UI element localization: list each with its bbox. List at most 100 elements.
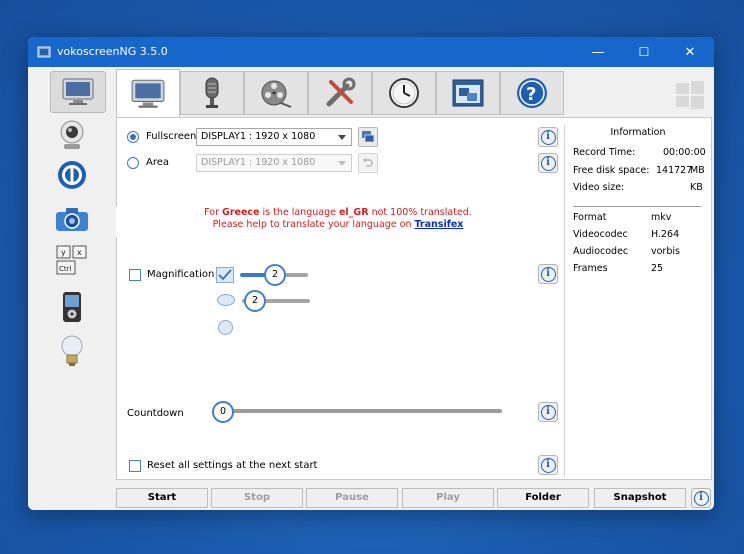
lightbulb-icon: [61, 335, 83, 366]
checkmark-icon: [218, 269, 232, 281]
area-info-button[interactable]: i: [538, 153, 558, 173]
area-display-select[interactable]: DISPLAY1 : 1920 x 1080: [196, 154, 352, 172]
area-display-value: DISPLAY1 : 1920 x 1080: [201, 157, 316, 168]
countdown-label: Countdown: [127, 408, 184, 419]
area-label: Area: [146, 157, 170, 168]
sidebar-item-tips[interactable]: [54, 333, 90, 369]
photo-camera-icon: [56, 208, 88, 231]
tab-bar: ?: [114, 69, 714, 117]
maximize-button[interactable]: ☐: [621, 37, 667, 67]
info-icon: i: [540, 155, 556, 171]
fullscreen-radio[interactable]: [127, 131, 139, 143]
translation-notice: For Greece is the language el_GR not 100…: [116, 207, 560, 237]
sidebar-item-snapshot[interactable]: [54, 201, 90, 237]
sidebar: y x Ctrl: [28, 67, 114, 510]
magnification-info-button[interactable]: i: [538, 264, 558, 284]
sidebar-item-screencast[interactable]: [50, 71, 106, 113]
record-time-label: Record Time:: [573, 147, 636, 158]
info-icon: i: [693, 490, 709, 506]
magnification-checkbox[interactable]: [129, 269, 141, 281]
magnification-size-1-option[interactable]: [216, 267, 234, 283]
format-value: mkv: [651, 212, 672, 223]
svg-text:x: x: [77, 248, 82, 257]
fullscreen-info-button[interactable]: i: [538, 127, 558, 147]
title-bar: vokoscreenNG 3.5.0 — ☐ ✕: [28, 37, 714, 67]
frames-label: Frames: [573, 263, 608, 274]
tab-audio[interactable]: [180, 71, 244, 115]
countdown-slider[interactable]: [224, 409, 502, 413]
help-icon: ?: [517, 78, 547, 108]
tab-windows[interactable]: [436, 71, 500, 115]
webcam-icon: [60, 120, 84, 149]
fullscreen-display-value: DISPLAY1 : 1920 x 1080: [201, 131, 316, 142]
tab-timer[interactable]: [372, 71, 436, 115]
info-icon: i: [540, 404, 556, 420]
monitor-icon: [62, 78, 94, 105]
free-disk-value: 141727: [656, 165, 693, 176]
svg-text:?: ?: [526, 84, 536, 105]
reset-settings-label: Reset all settings at the next start: [147, 460, 318, 471]
videocodec-value: H.264: [651, 229, 680, 240]
notice-language-code: el_GR: [338, 207, 369, 218]
area-radio[interactable]: [127, 157, 139, 169]
tab-about[interactable]: ?: [500, 71, 564, 115]
countdown-info-button[interactable]: i: [538, 402, 558, 422]
chevron-down-icon: [338, 135, 346, 140]
countdown-slider-knob[interactable]: 0: [212, 401, 234, 423]
stop-button[interactable]: Stop: [211, 488, 303, 508]
information-panel: Information Record Time: 00:00:00 Free d…: [564, 125, 706, 477]
info-icon: i: [540, 266, 556, 282]
snapshot-button[interactable]: Snapshot: [594, 488, 686, 508]
reset-settings-checkbox[interactable]: [129, 460, 141, 472]
translation-notice-line1: For Greece is the language el_GR not 100…: [116, 207, 560, 219]
tab-video[interactable]: [244, 71, 308, 115]
magnification-slider-2-knob[interactable]: 2: [244, 290, 266, 312]
bottom-info-button[interactable]: i: [691, 488, 711, 508]
sidebar-item-player[interactable]: [54, 157, 90, 193]
notice-text: Please help to translate your language o…: [212, 219, 415, 230]
info-record-time-row: Record Time: 00:00:00: [573, 147, 706, 161]
info-frames-row: Frames 25: [573, 263, 703, 277]
info-free-disk-row: Free disk space: 141727 MB: [573, 165, 705, 179]
sidebar-item-media-player[interactable]: [54, 289, 90, 325]
close-button[interactable]: ✕: [667, 37, 713, 67]
tab-misc[interactable]: [308, 71, 372, 115]
free-disk-unit: MB: [690, 165, 705, 176]
clock-icon: [389, 78, 419, 108]
tab-screen[interactable]: [116, 69, 180, 117]
undo-icon: [363, 157, 373, 167]
magnification-size-3-option[interactable]: [218, 320, 233, 335]
transifex-link[interactable]: Transifex: [415, 219, 464, 230]
translation-notice-line2: Please help to translate your language o…: [116, 219, 560, 231]
record-time-value: 00:00:00: [663, 147, 706, 158]
app-logo-icon: [37, 46, 51, 58]
svg-text:Ctrl: Ctrl: [59, 265, 72, 273]
video-size-label: Video size:: [573, 182, 625, 193]
display-identify-button[interactable]: [358, 127, 378, 147]
reset-info-button[interactable]: i: [538, 455, 558, 475]
bottom-toolbar: Start Stop Pause Play Folder Snapshot i: [114, 486, 714, 510]
fullscreen-label: Fullscreen: [146, 131, 197, 142]
sidebar-item-camera[interactable]: [54, 117, 90, 153]
sidebar-item-showkey[interactable]: y x Ctrl: [54, 243, 90, 279]
screens-icon: [362, 131, 375, 143]
info-format-row: Format mkv: [573, 212, 703, 226]
info-icon: i: [540, 457, 556, 473]
magnification-label: Magnification: [147, 269, 215, 280]
fullscreen-display-select[interactable]: DISPLAY1 : 1920 x 1080: [196, 128, 352, 146]
info-icon: i: [540, 129, 556, 145]
frames-value: 25: [651, 263, 664, 274]
area-reset-button[interactable]: [358, 153, 378, 173]
audiocodec-value: vorbis: [651, 246, 680, 257]
keyboard-keys-icon: y x Ctrl: [56, 245, 87, 275]
monitor-icon: [131, 79, 165, 108]
magnification-size-2-option[interactable]: [217, 294, 235, 306]
folder-button[interactable]: Folder: [497, 488, 589, 508]
minimize-button[interactable]: —: [575, 37, 621, 67]
microphone-icon: [205, 77, 219, 108]
pause-button[interactable]: Pause: [306, 488, 398, 508]
magnification-slider-1-knob[interactable]: 2: [264, 264, 286, 286]
play-button[interactable]: Play: [402, 488, 494, 508]
start-button[interactable]: Start: [116, 488, 208, 508]
video-size-unit: KB: [690, 182, 703, 193]
